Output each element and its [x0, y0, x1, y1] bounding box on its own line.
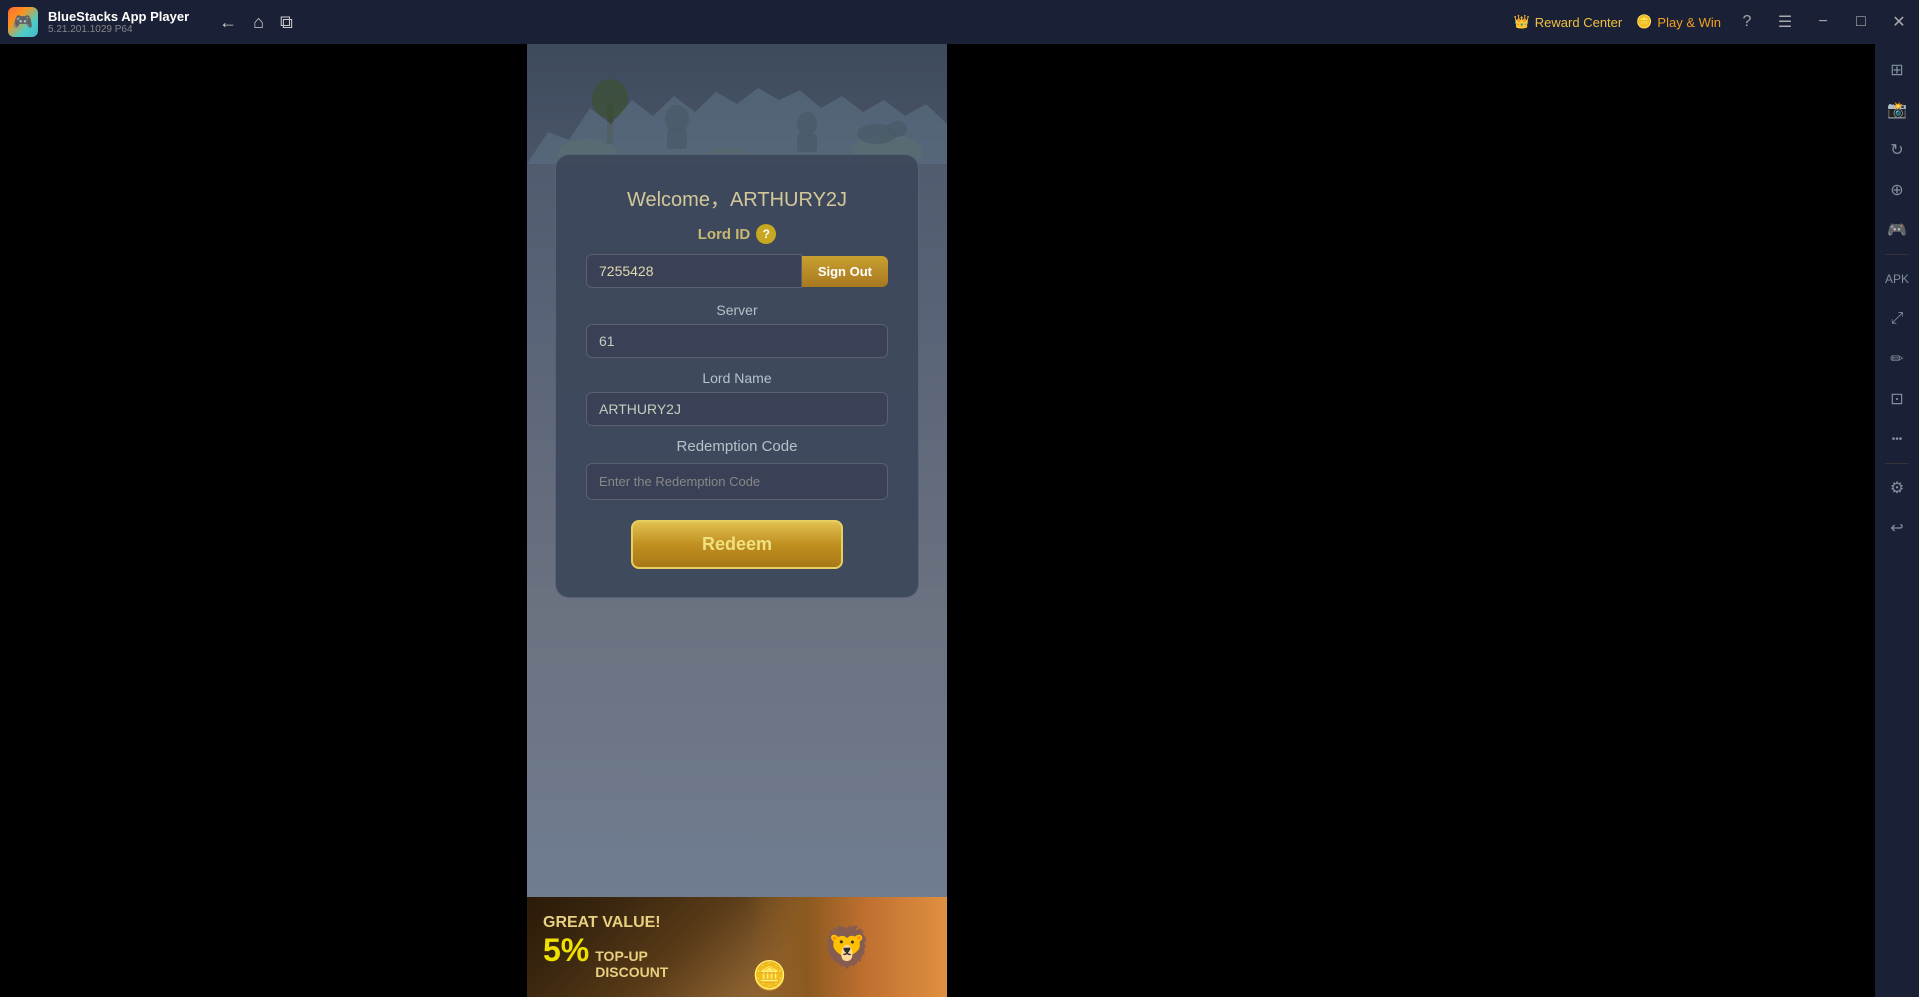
home-nav-icon[interactable]: ⌂: [253, 12, 264, 33]
bg-silhouette: [527, 44, 947, 164]
main-content: Welcome，ARTHURY2J Lord ID ? Sign Out Ser…: [0, 44, 1919, 997]
center-panel: Welcome，ARTHURY2J Lord ID ? Sign Out Ser…: [527, 44, 947, 997]
lord-id-field: Sign Out: [586, 254, 888, 288]
titlebar-left: 🎮 BlueStacks App Player 5.21.201.1029 P6…: [8, 7, 293, 37]
dialog-card: Welcome，ARTHURY2J Lord ID ? Sign Out Ser…: [555, 154, 919, 598]
banner-topup: TOP-UP: [595, 948, 668, 964]
back-icon[interactable]: ↩: [1879, 510, 1915, 546]
camera-icon[interactable]: 📸: [1879, 92, 1915, 128]
location-icon[interactable]: ⊕: [1879, 172, 1915, 208]
sidebar-divider-1: [1885, 254, 1909, 255]
welcome-text: Welcome，ARTHURY2J: [586, 183, 888, 212]
close-button[interactable]: ✕: [1887, 10, 1911, 34]
promo-banner[interactable]: GREAT VALUE! 5% TOP-UP DISCOUNT 🦁 🪙: [527, 897, 947, 997]
server-label: Server: [586, 302, 888, 318]
controller-icon[interactable]: 🎮: [1879, 212, 1915, 248]
apk-icon[interactable]: APK: [1879, 261, 1915, 297]
maximize-icon: □: [1856, 13, 1866, 31]
banner-great-value: GREAT VALUE!: [543, 914, 668, 932]
titlebar-nav: ← ⌂ ⧉: [219, 12, 293, 33]
lord-name-label: Lord Name: [586, 370, 888, 386]
multi-nav-icon[interactable]: ⧉: [280, 12, 293, 33]
rotate-icon[interactable]: ↻: [1879, 132, 1915, 168]
maximize-button[interactable]: □: [1849, 10, 1873, 34]
more-icon[interactable]: •••: [1879, 421, 1915, 457]
crop-icon[interactable]: ⊡: [1879, 381, 1915, 417]
right-panel: ⊞ 📸 ↻ ⊕ 🎮 APK ⤢ ✏ ⊡ ••• ⚙ ↩: [947, 44, 1919, 997]
redemption-code-label: Redemption Code: [586, 438, 888, 455]
lord-id-input[interactable]: [586, 254, 802, 288]
left-panel: [0, 44, 527, 997]
banner-text: GREAT VALUE! 5% TOP-UP DISCOUNT: [543, 914, 668, 980]
play-win-button[interactable]: 🪙 Play & Win: [1636, 14, 1721, 30]
banner-discount: DISCOUNT: [595, 964, 668, 980]
scale-icon[interactable]: ⤢: [1879, 301, 1915, 337]
menu-button[interactable]: ☰: [1773, 10, 1797, 34]
settings-icon[interactable]: ⚙: [1879, 470, 1915, 506]
titlebar: 🎮 BlueStacks App Player 5.21.201.1029 P6…: [0, 0, 1919, 44]
app-version: 5.21.201.1029 P64: [48, 24, 189, 35]
play-win-label: Play & Win: [1657, 15, 1721, 30]
lord-name-value: ARTHURY2J: [586, 392, 888, 426]
crown-icon: 👑: [1514, 14, 1530, 30]
reward-center-button[interactable]: 👑 Reward Center: [1514, 14, 1623, 30]
app-info: BlueStacks App Player 5.21.201.1029 P64: [48, 9, 189, 35]
reward-center-label: Reward Center: [1535, 15, 1622, 30]
layout-icon[interactable]: ⊞: [1879, 52, 1915, 88]
minimize-icon: −: [1818, 13, 1827, 31]
lord-id-label: Lord ID: [698, 226, 751, 243]
help-button[interactable]: ?: [1735, 10, 1759, 34]
help-icon: ?: [1743, 13, 1752, 31]
lion-icon: 🦁: [822, 924, 872, 971]
server-value: 61: [586, 324, 888, 358]
minimize-button[interactable]: −: [1811, 10, 1835, 34]
coin-icon: 🪙: [1636, 14, 1652, 30]
banner-coin: 🪙: [752, 959, 787, 992]
sign-out-button[interactable]: Sign Out: [802, 256, 888, 287]
sidebar-divider-2: [1885, 463, 1909, 464]
silhouette-svg: [527, 44, 947, 164]
close-icon: ✕: [1892, 12, 1905, 32]
lord-id-help-icon[interactable]: ?: [756, 224, 776, 244]
app-logo: 🎮: [8, 7, 38, 37]
app-title: BlueStacks App Player: [48, 9, 189, 24]
banner-percent: 5%: [543, 932, 589, 969]
redeem-button[interactable]: Redeem: [631, 520, 842, 569]
menu-icon: ☰: [1778, 12, 1792, 32]
right-sidebar: ⊞ 📸 ↻ ⊕ 🎮 APK ⤢ ✏ ⊡ ••• ⚙ ↩: [1875, 44, 1919, 997]
back-nav-icon[interactable]: ←: [219, 12, 237, 33]
edit-icon[interactable]: ✏: [1879, 341, 1915, 377]
lord-id-row: Lord ID ?: [586, 224, 888, 244]
titlebar-right: 👑 Reward Center 🪙 Play & Win ? ☰ − □ ✕: [1514, 10, 1911, 34]
redemption-code-input[interactable]: [586, 463, 888, 500]
